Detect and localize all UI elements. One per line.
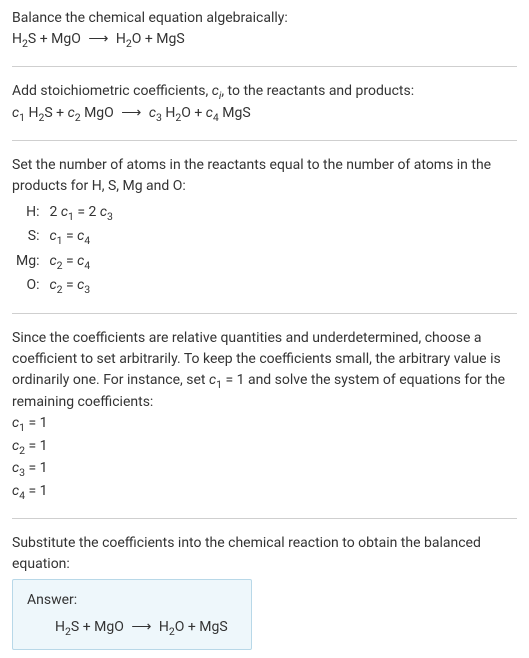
atom-label: O: — [16, 274, 49, 299]
subst-text: Substitute the coefficients into the che… — [12, 533, 517, 575]
arrow-icon: ⟶ — [121, 103, 141, 124]
subst-section: Substitute the coefficients into the che… — [12, 533, 517, 575]
choose-text: Since the coefficients are relative quan… — [12, 328, 517, 414]
equation-unbalanced: H2S + MgO ⟶ H2O + MgS — [12, 29, 517, 52]
table-row: O: c2 = c3 — [16, 274, 121, 299]
table-row: S: c1 = c4 — [16, 225, 121, 250]
answer-label: Answer: — [27, 590, 237, 611]
coeff-line: c3 = 1 — [12, 458, 517, 481]
intro-section: Balance the chemical equation algebraica… — [12, 8, 517, 52]
stoich-text: Add stoichiometric coefficients, ci, to … — [12, 81, 517, 104]
atom-label: Mg: — [16, 250, 49, 275]
arrow-icon: ⟶ — [88, 29, 108, 50]
stoich-section: Add stoichiometric coefficients, ci, to … — [12, 81, 517, 126]
divider — [12, 518, 517, 519]
table-row: H: 2 c1 = 2 c3 — [16, 201, 121, 226]
divider — [12, 66, 517, 67]
arrow-icon: ⟶ — [131, 617, 151, 638]
product: H2O + MgS — [116, 31, 185, 47]
atom-equation: 2 c1 = 2 c3 — [49, 201, 120, 226]
atom-label: S: — [16, 225, 49, 250]
choose-section: Since the coefficients are relative quan… — [12, 328, 517, 504]
atom-equation: c2 = c3 — [49, 274, 120, 299]
divider — [12, 313, 517, 314]
reactant: H2S + MgO — [12, 31, 81, 47]
atoms-table: H: 2 c1 = 2 c3 S: c1 = c4 Mg: c2 = c4 O:… — [16, 201, 121, 299]
atoms-intro: Set the number of atoms in the reactants… — [12, 155, 517, 197]
atom-equation: c1 = c4 — [49, 225, 120, 250]
answer-equation: H2S + MgO ⟶ H2O + MgS — [27, 617, 237, 640]
atom-equation: c2 = c4 — [49, 250, 120, 275]
coeff-line: c1 = 1 — [12, 413, 517, 436]
equation-coeffs: c1 H2S + c2 MgO ⟶ c3 H2O + c4 MgS — [12, 103, 517, 126]
coeff-line: c4 = 1 — [12, 481, 517, 504]
answer-box: Answer: H2S + MgO ⟶ H2O + MgS — [12, 579, 252, 651]
intro-text: Balance the chemical equation algebraica… — [12, 8, 517, 29]
divider — [12, 140, 517, 141]
coeff-line: c2 = 1 — [12, 436, 517, 459]
atoms-section: Set the number of atoms in the reactants… — [12, 155, 517, 299]
table-row: Mg: c2 = c4 — [16, 250, 121, 275]
atom-label: H: — [16, 201, 49, 226]
